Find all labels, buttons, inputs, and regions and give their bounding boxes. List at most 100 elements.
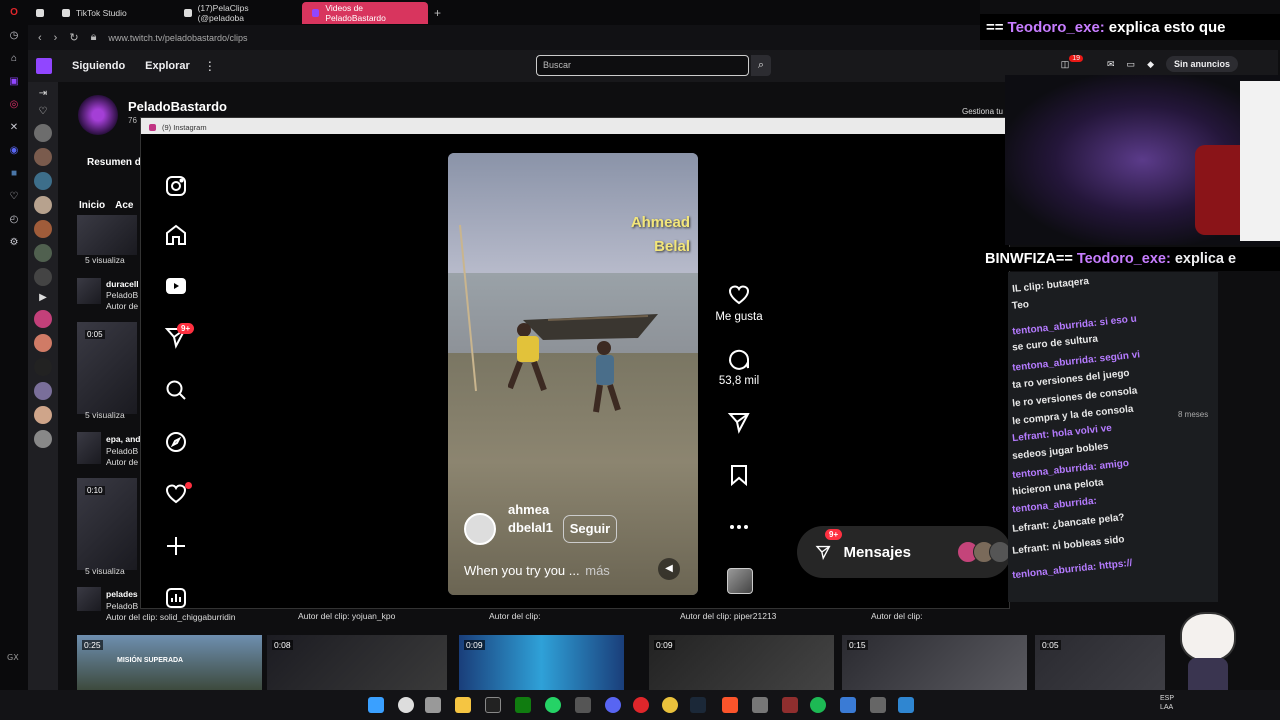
steam-icon[interactable] bbox=[690, 697, 706, 713]
tab-pelaclips[interactable]: (17)PelaClips (@peladoba bbox=[174, 2, 302, 24]
app-icon[interactable] bbox=[870, 697, 886, 713]
follow-button[interactable]: Seguir bbox=[563, 515, 617, 543]
bookmarks-icon[interactable]: ⌂ bbox=[7, 52, 21, 66]
channel-avatar[interactable] bbox=[34, 268, 52, 286]
clip-thumbnail[interactable]: 0:05 bbox=[1035, 635, 1165, 690]
search-input[interactable]: Buscar bbox=[536, 55, 749, 76]
channel-avatar[interactable] bbox=[34, 358, 52, 376]
dashboard-icon[interactable] bbox=[163, 585, 189, 611]
clip-thumbnail[interactable]: 0:15 bbox=[842, 635, 1027, 690]
no-ads-button[interactable]: Sin anuncios bbox=[1165, 56, 1238, 72]
messages-pill[interactable]: 9+ Mensajes bbox=[797, 526, 1011, 578]
file-explorer-icon[interactable] bbox=[455, 697, 471, 713]
clip-thumbnail[interactable] bbox=[77, 587, 101, 611]
search-button[interactable]: ⌕ bbox=[751, 55, 771, 76]
channel-avatar[interactable] bbox=[34, 172, 52, 190]
tab-workspace[interactable] bbox=[28, 2, 52, 24]
spotify-icon[interactable] bbox=[810, 697, 826, 713]
search-icon[interactable] bbox=[398, 697, 414, 713]
channel-avatar[interactable] bbox=[34, 220, 52, 238]
channel-avatar[interactable] bbox=[34, 382, 52, 400]
discord-icon[interactable] bbox=[605, 697, 621, 713]
clip-title[interactable]: epa, and bbox=[106, 434, 140, 444]
reload-icon[interactable]: ↻ bbox=[69, 31, 78, 44]
bits-icon[interactable]: ◆ bbox=[1147, 59, 1154, 70]
app-icon[interactable] bbox=[752, 697, 768, 713]
save-button[interactable] bbox=[711, 463, 767, 491]
app-icon[interactable] bbox=[782, 697, 798, 713]
channel-avatar[interactable] bbox=[34, 124, 52, 142]
speed-dial-icon[interactable]: ◷ bbox=[7, 29, 21, 43]
channel-avatar[interactable] bbox=[34, 244, 52, 262]
clip-channel[interactable]: PeladoB bbox=[106, 601, 138, 611]
channel-avatar[interactable] bbox=[34, 148, 52, 166]
twitch-logo-icon[interactable] bbox=[36, 58, 52, 74]
chrome-icon[interactable] bbox=[662, 697, 678, 713]
channel-avatar[interactable] bbox=[34, 430, 52, 448]
xbox-app-icon[interactable] bbox=[575, 697, 591, 713]
explore-icon[interactable] bbox=[163, 429, 189, 455]
reel-more-link[interactable]: más bbox=[585, 563, 610, 578]
xbox-icon[interactable] bbox=[515, 697, 531, 713]
clip-thumbnail[interactable]: 0:08 bbox=[267, 635, 447, 690]
mute-icon[interactable]: ◀ bbox=[658, 558, 680, 580]
clip-channel[interactable]: PeladoB bbox=[106, 290, 138, 300]
clip-thumbnail[interactable]: 0:09 bbox=[459, 635, 624, 690]
x-icon[interactable]: ✕ bbox=[7, 121, 21, 135]
clip-thumbnail[interactable] bbox=[77, 278, 101, 304]
clip-title[interactable]: pelades bbox=[106, 589, 138, 599]
create-icon[interactable] bbox=[163, 533, 189, 559]
discord-icon[interactable]: ◉ bbox=[7, 144, 21, 158]
url-field[interactable]: www.twitch.tv/peladobastardo/clips bbox=[108, 33, 247, 43]
opera-logo-icon[interactable]: O bbox=[7, 6, 21, 20]
tab-acerca[interactable]: Ace bbox=[115, 200, 133, 211]
share-button[interactable] bbox=[711, 410, 767, 438]
channel-avatar[interactable] bbox=[34, 334, 52, 352]
comment-button[interactable]: 53,8 mil bbox=[711, 347, 767, 387]
more-menu-icon[interactable]: ⋮ bbox=[204, 59, 216, 73]
channel-avatar[interactable] bbox=[34, 406, 52, 424]
windows-start-icon[interactable] bbox=[368, 697, 384, 713]
heart-icon[interactable]: ♡ bbox=[7, 190, 21, 204]
back-icon[interactable]: ‹ bbox=[38, 32, 42, 44]
clip-title[interactable]: duracell bbox=[106, 279, 139, 289]
instagram-icon[interactable]: ◎ bbox=[7, 98, 21, 112]
home-icon[interactable] bbox=[163, 222, 189, 248]
settings-icon[interactable]: ⚙ bbox=[7, 236, 21, 250]
like-button[interactable]: Me gusta bbox=[711, 283, 767, 323]
channel-name[interactable]: PeladoBastardo bbox=[128, 99, 227, 114]
channel-avatar-large[interactable] bbox=[78, 95, 118, 135]
forward-icon[interactable]: › bbox=[54, 32, 58, 44]
new-tab-button[interactable]: + bbox=[428, 6, 447, 20]
reel-username[interactable]: ahmeadbelal1 bbox=[508, 501, 556, 537]
reel-video[interactable]: Ahmead Belal ahmeadbelal1 Seguir When yo… bbox=[448, 153, 698, 595]
following-link[interactable]: Siguiendo bbox=[72, 60, 125, 72]
reels-icon[interactable] bbox=[163, 273, 189, 299]
task-view-icon[interactable] bbox=[425, 697, 441, 713]
clip-thumbnail[interactable]: 0:25 MISIÓN SUPERADA bbox=[77, 635, 262, 690]
explore-link[interactable]: Explorar bbox=[145, 60, 190, 72]
whatsapp-icon[interactable] bbox=[545, 697, 561, 713]
clip-thumbnail[interactable] bbox=[77, 432, 101, 464]
epic-games-icon[interactable] bbox=[485, 697, 501, 713]
history-icon[interactable]: ◴ bbox=[7, 213, 21, 227]
reel-user-avatar[interactable] bbox=[464, 513, 496, 545]
tab-inicio[interactable]: Inicio bbox=[79, 200, 105, 211]
brave-icon[interactable] bbox=[722, 697, 738, 713]
heart-icon[interactable]: ♡ bbox=[37, 106, 49, 118]
clip-channel[interactable]: PeladoB bbox=[106, 446, 138, 456]
whispers-icon[interactable]: ▭ bbox=[1127, 59, 1136, 70]
channel-avatar[interactable] bbox=[34, 310, 52, 328]
reel-description[interactable]: When you try you ... más bbox=[464, 563, 610, 578]
tab-tiktok-studio[interactable]: TikTok Studio bbox=[52, 2, 174, 24]
opera-icon[interactable] bbox=[633, 697, 649, 713]
more-options-button[interactable] bbox=[711, 515, 767, 543]
app-icon[interactable] bbox=[840, 697, 856, 713]
search-icon[interactable] bbox=[163, 377, 189, 403]
keyboard-language[interactable]: ESP LAA bbox=[1160, 694, 1174, 712]
collapse-icon[interactable]: ⇥ bbox=[37, 88, 49, 100]
clip-thumbnail[interactable] bbox=[77, 215, 137, 255]
clip-thumbnail[interactable]: 0:09 bbox=[649, 635, 834, 690]
video-icon[interactable]: ▶ bbox=[37, 292, 49, 304]
app-icon[interactable] bbox=[898, 697, 914, 713]
